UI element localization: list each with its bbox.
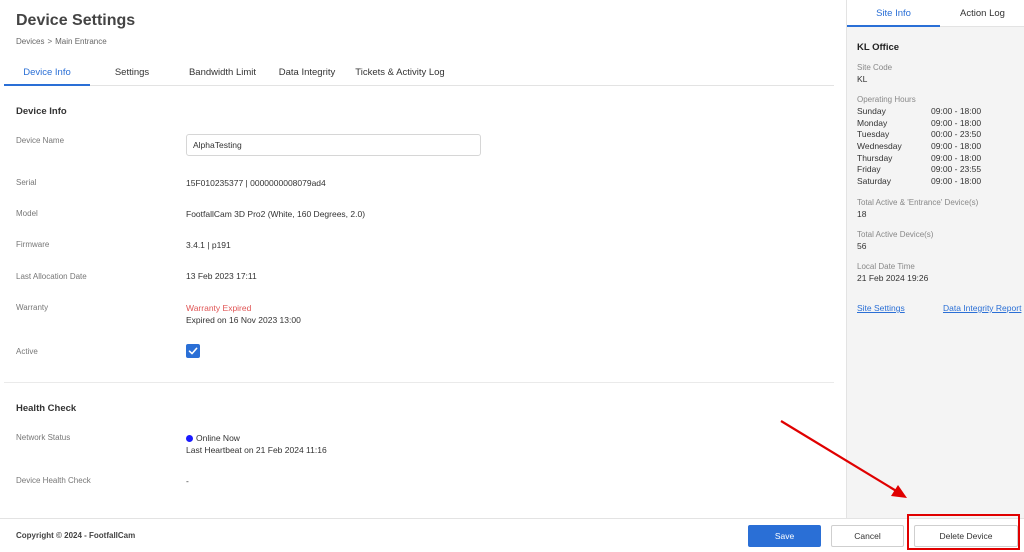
list-item: Sunday 09:00 - 18:00 (857, 106, 982, 116)
breadcrumb-devices[interactable]: Devices (16, 37, 44, 46)
active-checkbox[interactable] (186, 344, 200, 358)
total-active-devices-label: Total Active Device(s) (857, 230, 934, 239)
network-status-text: Online Now (196, 433, 240, 443)
operating-hours-list: Sunday 09:00 - 18:00 Monday 09:00 - 18:00 … (857, 106, 1017, 188)
breadcrumb: Devices > Main Entrance (16, 37, 107, 46)
serial-label: Serial (16, 178, 37, 187)
tab-data-integrity[interactable]: Data Integrity (272, 61, 342, 86)
list-item: Thursday 09:00 - 18:00 (857, 152, 982, 163)
model-value: FootfallCam 3D Pro2 (White, 160 Degrees,… (186, 209, 366, 219)
warranty-label: Warranty (16, 303, 49, 312)
last-allocation-label: Last Allocation Date (16, 272, 87, 281)
side-tab-bar: Site Info Action Log (847, 0, 1024, 27)
device-name-label: Device Name (16, 136, 65, 145)
tab-site-info[interactable]: Site Info (847, 0, 940, 27)
device-name-input[interactable] (186, 134, 481, 156)
list-item: Tuesday 00:00 - 23:50 (857, 129, 982, 140)
warranty-detail: Expired on 16 Nov 2023 13:00 (186, 315, 301, 325)
main-content: Device Settings Devices > Main Entrance De… (0, 0, 846, 552)
total-active-devices-value: 56 (857, 241, 867, 251)
serial-value: 15F010235377 | 0000000008079ad4 (186, 178, 326, 188)
delete-button-highlight-box (907, 514, 1020, 550)
page-title: Device Settings (16, 12, 136, 29)
site-code-value: KL (857, 74, 868, 84)
site-code-label: Site Code (857, 63, 893, 72)
local-date-time-value: 21 Feb 2024 19:26 (857, 273, 929, 283)
tab-bandwidth-limit[interactable]: Bandwidth Limit (180, 61, 265, 86)
breadcrumb-current: Main Entrance (55, 37, 107, 46)
device-info-heading: Device Info (16, 106, 67, 117)
list-item: Monday 09:00 - 18:00 (857, 117, 982, 128)
total-entrance-devices-value: 18 (857, 209, 867, 219)
network-status-value: Online Now (186, 432, 240, 444)
tab-settings[interactable]: Settings (104, 61, 160, 86)
last-allocation-value: 13 Feb 2023 17:11 (186, 271, 257, 281)
tab-tickets-activity-log[interactable]: Tickets & Activity Log (350, 61, 450, 86)
model-label: Model (16, 209, 38, 218)
section-divider (4, 382, 834, 383)
site-name: KL Office (857, 42, 900, 53)
active-label: Active (16, 347, 38, 356)
list-item: Saturday 09:00 - 18:00 (857, 176, 982, 187)
device-health-label: Device Health Check (16, 476, 91, 485)
site-info-panel: Site Info Action Log KL Office Site Code… (846, 0, 1024, 518)
last-heartbeat: Last Heartbeat on 21 Feb 2024 11:16 (186, 445, 327, 455)
local-date-time-label: Local Date Time (857, 262, 915, 271)
site-settings-link[interactable]: Site Settings (857, 303, 905, 313)
health-check-heading: Health Check (16, 403, 77, 414)
breadcrumb-separator: > (47, 37, 53, 46)
list-item: Friday 09:00 - 23:55 (857, 164, 982, 175)
copyright-text: Copyright © 2024 - FootfallCam (16, 531, 136, 540)
network-status-label: Network Status (16, 433, 71, 442)
operating-hours-label: Operating Hours (857, 95, 916, 104)
online-status-dot (186, 435, 193, 442)
footer-bar: Copyright © 2024 - FootfallCam Save Canc… (0, 518, 1024, 552)
data-integrity-report-link[interactable]: Data Integrity Report (943, 303, 1021, 313)
firmware-label: Firmware (16, 240, 50, 249)
device-health-value: - (186, 476, 189, 486)
checkmark-icon (188, 347, 198, 355)
save-button[interactable]: Save (748, 525, 821, 547)
list-item: Wednesday 09:00 - 18:00 (857, 141, 982, 152)
tab-bar: Device Info Settings Bandwidth Limit Dat… (4, 61, 834, 86)
tab-device-info[interactable]: Device Info (4, 61, 90, 86)
tab-action-log[interactable]: Action Log (940, 0, 1024, 27)
warranty-status: Warranty Expired (186, 303, 252, 313)
total-entrance-devices-label: Total Active & 'Entrance' Device(s) (857, 198, 979, 207)
firmware-value: 3.4.1 | p191 (186, 240, 231, 250)
cancel-button[interactable]: Cancel (831, 525, 904, 547)
